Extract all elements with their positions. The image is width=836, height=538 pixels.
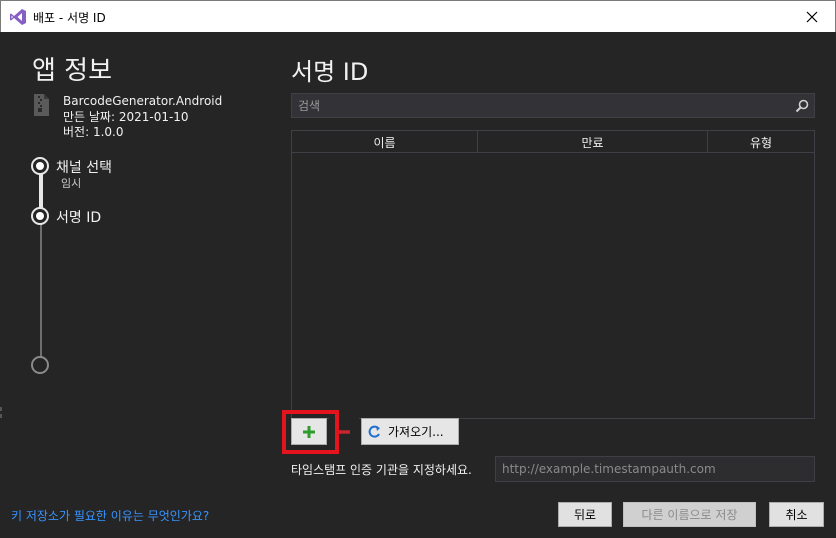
signing-identity-heading: 서명 ID <box>291 58 369 86</box>
cancel-button[interactable]: 취소 <box>769 502 824 527</box>
close-button[interactable] <box>789 1 835 32</box>
plus-icon <box>303 425 315 438</box>
save-as-button[interactable]: 다른 이름으로 저장 <box>623 502 756 527</box>
search-box <box>291 93 815 118</box>
app-info: BarcodeGenerator.Android 만든 날짜: 2021-01-… <box>63 94 222 141</box>
step-marker-signing <box>31 207 49 225</box>
import-button-label: 가져오기... <box>388 425 444 439</box>
archive-file-icon <box>34 94 49 116</box>
app-info-heading: 앱 정보 <box>32 56 113 86</box>
import-icon <box>368 425 380 438</box>
title-bar: 배포 - 서명 ID <box>0 0 836 32</box>
edge-mark <box>0 406 3 420</box>
column-header-type[interactable]: 유형 <box>708 131 814 153</box>
timestamp-label: 타임스탬프 인증 기관을 지정하세요. <box>291 463 472 477</box>
step-marker-final <box>31 356 49 374</box>
close-icon <box>806 11 818 22</box>
table-header: 이름 만료 유형 <box>292 131 814 153</box>
step-sub-channel: 임시 <box>61 177 82 190</box>
search-icon[interactable] <box>795 99 809 113</box>
import-identity-button[interactable]: 가져오기... <box>361 418 459 445</box>
keystore-help-link[interactable]: 키 저장소가 필요한 이유는 무엇인가요? <box>11 507 209 524</box>
minus-icon <box>338 429 350 434</box>
step-label-channel: 채널 선택 <box>56 160 112 176</box>
column-header-name[interactable]: 이름 <box>292 131 478 153</box>
app-version: 버전: 1.0.0 <box>63 125 124 139</box>
identity-toolbar: 가져오기... <box>291 418 461 446</box>
timestamp-input[interactable] <box>496 457 814 481</box>
step-marker-channel <box>31 157 49 175</box>
signing-identity-table: 이름 만료 유형 <box>291 130 815 419</box>
visual-studio-icon <box>10 9 26 25</box>
remove-identity-button[interactable] <box>329 418 359 445</box>
timestamp-field <box>495 456 815 482</box>
step-label-signing: 서명 ID <box>56 210 102 226</box>
window-title: 배포 - 서명 ID <box>33 11 106 25</box>
timeline-remaining <box>40 216 42 366</box>
app-name: BarcodeGenerator.Android <box>63 94 223 108</box>
add-identity-button[interactable] <box>291 418 327 445</box>
back-button[interactable]: 뒤로 <box>558 502 612 527</box>
app-created-date: 만든 날짜: 2021-01-10 <box>63 109 189 124</box>
column-header-expiry[interactable]: 만료 <box>478 131 708 153</box>
search-input[interactable] <box>292 94 814 117</box>
